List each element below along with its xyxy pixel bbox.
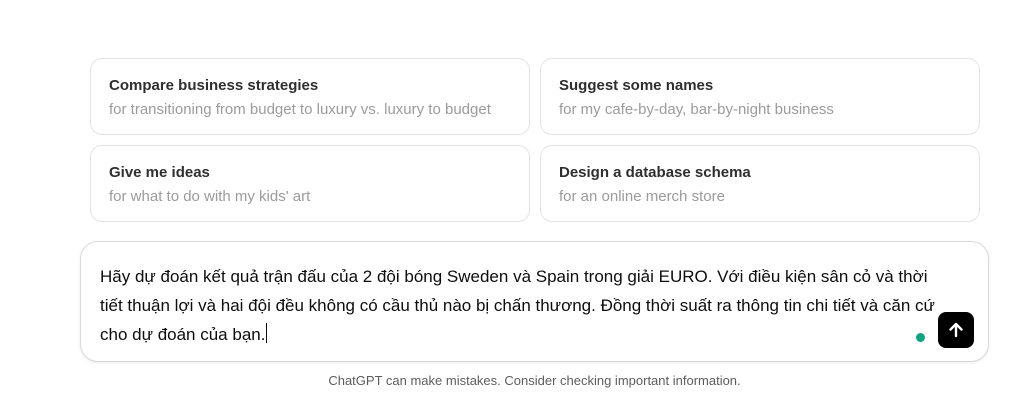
suggestion-card-give-ideas[interactable]: Give me ideas for what to do with my kid… [90, 145, 530, 222]
suggestion-title: Compare business strategies [109, 77, 319, 94]
suggestion-grid: Compare business strategies for transiti… [90, 58, 980, 222]
message-input[interactable]: Hãy dự đoán kết quả trận đấu của 2 đội b… [100, 262, 940, 349]
suggestion-subtitle: for what to do with my kids' art [109, 188, 311, 205]
suggestion-title: Suggest some names [559, 77, 714, 94]
suggestion-card-compare-business[interactable]: Compare business strategies for transiti… [90, 58, 530, 135]
disclaimer-text: ChatGPT can make mistakes. Consider chec… [328, 373, 741, 388]
send-button[interactable] [938, 312, 974, 348]
message-input-text: Hãy dự đoán kết quả trận đấu của 2 đội b… [100, 267, 935, 344]
arrow-up-icon [949, 322, 963, 338]
suggestion-subtitle: for my cafe-by-day, bar-by-night busines… [559, 101, 834, 118]
suggestion-card-suggest-names[interactable]: Suggest some names for my cafe-by-day, b… [540, 58, 980, 135]
suggestion-title: Design a database schema [559, 164, 751, 181]
suggestion-title: Give me ideas [109, 164, 210, 181]
suggestion-card-database-schema[interactable]: Design a database schema for an online m… [540, 145, 980, 222]
message-composer: Hãy dự đoán kết quả trận đấu của 2 đội b… [80, 241, 989, 362]
suggestion-subtitle: for an online merch store [559, 188, 725, 205]
suggestion-subtitle: for transitioning from budget to luxury … [109, 101, 491, 118]
status-dot-icon [916, 333, 925, 342]
text-caret [266, 323, 268, 343]
